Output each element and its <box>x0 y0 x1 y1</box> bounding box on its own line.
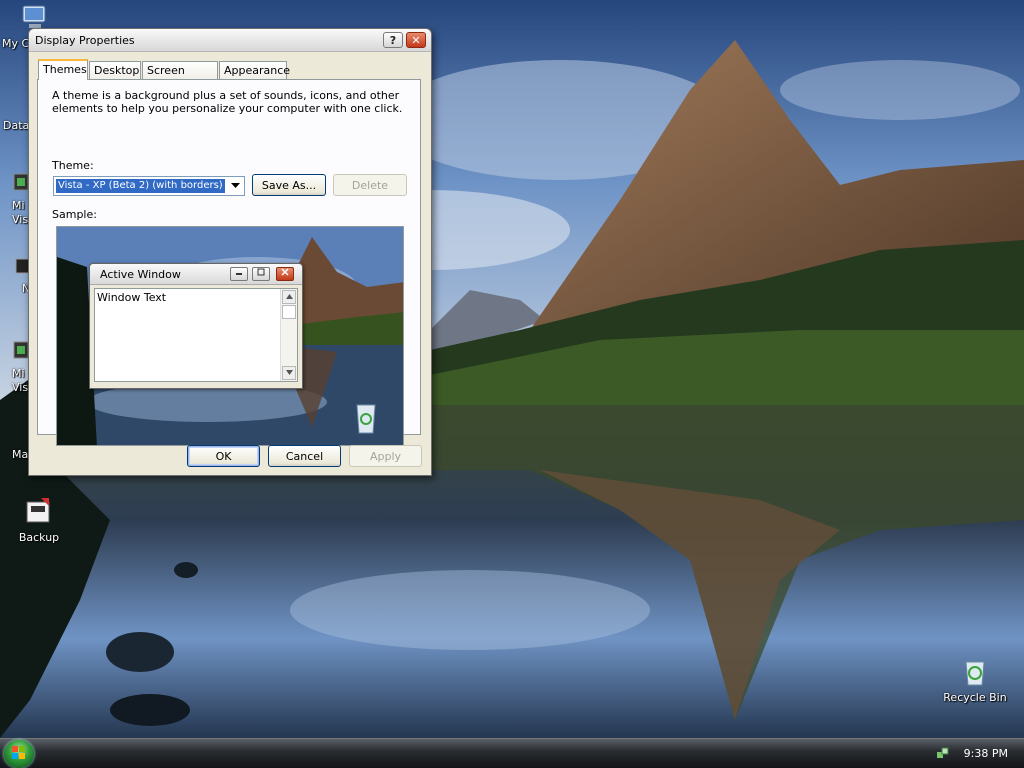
help-button[interactable]: ? <box>383 32 403 48</box>
scroll-down-icon <box>282 366 296 380</box>
taskbar: 9:38 PM <box>0 738 1024 768</box>
scroll-up-icon <box>282 290 296 304</box>
delete-button[interactable]: Delete <box>333 174 407 196</box>
theme-select[interactable]: Vista - XP (Beta 2) (with borders) <box>53 176 245 196</box>
chevron-down-icon[interactable] <box>227 178 243 194</box>
start-button[interactable] <box>4 740 34 768</box>
tab-screen-saver[interactable]: Screen Saver <box>142 61 218 95</box>
backup-icon <box>23 496 55 528</box>
application-icon <box>10 255 31 279</box>
display-properties-dialog: Display Properties ? ✕ Themes Desktop Sc… <box>28 28 432 476</box>
ok-button[interactable]: OK <box>187 445 260 467</box>
sample-window-text: Window Text <box>97 291 167 304</box>
sample-window-body: Window Text <box>94 288 298 382</box>
themes-tab-panel: A theme is a background plus a set of so… <box>37 79 421 446</box>
sample-window-title: Active Window <box>100 268 181 281</box>
system-tray: 9:38 PM <box>924 739 1024 768</box>
recycle-bin-icon <box>959 656 991 688</box>
sample-active-window: Active Window Window Text <box>89 263 303 389</box>
desktop-icon-backup[interactable]: Backup <box>4 496 74 544</box>
cancel-button[interactable]: Cancel <box>268 445 341 467</box>
desktop-icon-label: Recycle Bin <box>943 691 1007 704</box>
close-button[interactable]: ✕ <box>406 32 426 48</box>
tab-desktop[interactable]: Desktop <box>89 61 141 79</box>
scroll-thumb <box>282 305 296 319</box>
close-icon <box>276 267 294 281</box>
network-icon[interactable] <box>936 746 950 760</box>
theme-sample-preview: Active Window Window Text <box>56 226 404 446</box>
tab-appearance[interactable]: Appearance <box>219 61 290 79</box>
apply-button[interactable]: Apply <box>349 445 422 467</box>
save-as-button[interactable]: Save As... <box>252 174 326 196</box>
dialog-titlebar[interactable]: Display Properties ? ✕ <box>29 29 431 52</box>
minimize-icon <box>230 267 248 281</box>
theme-description: A theme is a background plus a set of so… <box>52 89 403 115</box>
maximize-icon <box>252 267 270 281</box>
help-icon: ? <box>389 33 397 47</box>
windows-logo-icon <box>12 745 26 763</box>
theme-label: Theme: <box>52 159 94 172</box>
sample-window-titlebar: Active Window <box>90 264 302 285</box>
visual-studio-icon <box>10 170 30 196</box>
dialog-title: Display Properties <box>35 34 135 47</box>
sample-label: Sample: <box>52 208 97 221</box>
tab-themes[interactable]: Themes <box>38 59 88 80</box>
visual-studio-icon <box>10 338 30 364</box>
sample-scrollbar <box>280 289 297 381</box>
desktop-icon-recycle-bin[interactable]: Recycle Bin <box>938 656 1012 704</box>
close-icon: ✕ <box>411 33 421 47</box>
theme-select-value: Vista - XP (Beta 2) (with borders) <box>56 179 225 193</box>
desktop-icon-label: Backup <box>18 531 60 544</box>
taskbar-clock[interactable]: 9:38 PM <box>964 747 1008 760</box>
